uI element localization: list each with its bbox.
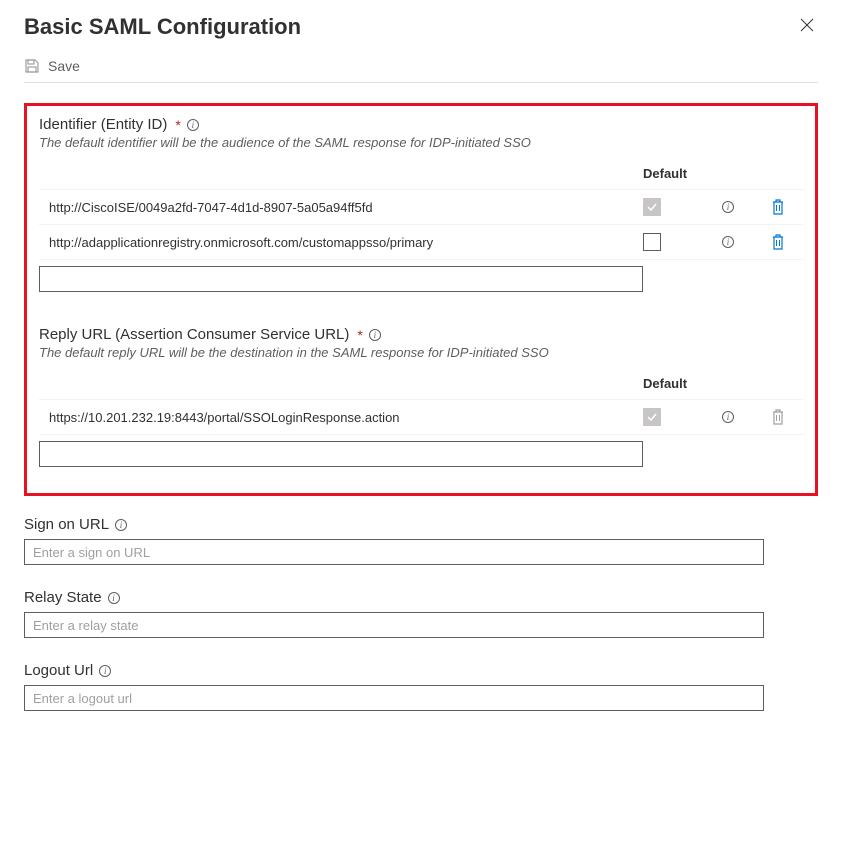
row-info-button[interactable]: i xyxy=(703,411,753,423)
info-icon[interactable]: i xyxy=(99,665,111,677)
info-icon[interactable]: i xyxy=(115,519,127,531)
row-info-button[interactable]: i xyxy=(703,236,753,248)
trash-icon xyxy=(771,234,785,250)
identifier-description: The default identifier will be the audie… xyxy=(39,135,803,150)
logout-url-section: Logout Url i xyxy=(24,662,818,711)
reply-url-input[interactable] xyxy=(39,441,643,467)
delete-button[interactable] xyxy=(753,199,803,215)
identifier-label: Identifier (Entity ID) xyxy=(39,116,167,133)
trash-icon xyxy=(771,199,785,215)
reply-url-section: Reply URL (Assertion Consumer Service UR… xyxy=(39,326,803,473)
logout-url-input[interactable] xyxy=(24,685,764,711)
checkmark-icon xyxy=(647,412,657,422)
reply-url-description: The default reply URL will be the destin… xyxy=(39,345,803,360)
checkmark-icon xyxy=(647,202,657,212)
required-asterisk: * xyxy=(175,117,180,133)
highlight-box: Identifier (Entity ID) * i The default i… xyxy=(24,103,818,496)
sign-on-url-label: Sign on URL xyxy=(24,516,109,533)
identifier-section: Identifier (Entity ID) * i The default i… xyxy=(39,116,803,298)
relay-state-section: Relay State i xyxy=(24,589,818,638)
save-button-label: Save xyxy=(48,58,80,74)
info-icon: i xyxy=(722,236,734,248)
identifier-row: http://CiscoISE/0049a2fd-7047-4d1d-8907-… xyxy=(39,190,803,225)
close-icon xyxy=(800,18,814,32)
reply-url-label: Reply URL (Assertion Consumer Service UR… xyxy=(39,326,349,343)
info-icon: i xyxy=(722,411,734,423)
info-icon[interactable]: i xyxy=(369,329,381,341)
page-title: Basic SAML Configuration xyxy=(24,14,301,40)
delete-button[interactable] xyxy=(753,409,803,425)
default-checkbox[interactable] xyxy=(643,233,661,251)
sign-on-url-input[interactable] xyxy=(24,539,764,565)
info-icon: i xyxy=(722,201,734,213)
logout-url-label: Logout Url xyxy=(24,662,93,679)
relay-state-input[interactable] xyxy=(24,612,764,638)
identifier-value: http://adapplicationregistry.onmicrosoft… xyxy=(39,235,643,250)
identifier-input[interactable] xyxy=(39,266,643,292)
relay-state-label: Relay State xyxy=(24,589,102,606)
row-info-button[interactable]: i xyxy=(703,201,753,213)
trash-icon xyxy=(771,409,785,425)
default-checkbox[interactable] xyxy=(643,198,661,216)
delete-button[interactable] xyxy=(753,234,803,250)
info-icon[interactable]: i xyxy=(108,592,120,604)
info-icon[interactable]: i xyxy=(187,119,199,131)
default-column-header: Default xyxy=(643,166,703,181)
default-checkbox[interactable] xyxy=(643,408,661,426)
sign-on-url-section: Sign on URL i xyxy=(24,516,818,565)
save-button[interactable]: Save xyxy=(24,58,80,74)
close-button[interactable] xyxy=(796,14,818,40)
save-icon xyxy=(24,58,40,74)
default-column-header: Default xyxy=(643,376,703,391)
reply-url-value: https://10.201.232.19:8443/portal/SSOLog… xyxy=(39,410,643,425)
required-asterisk: * xyxy=(357,327,362,343)
reply-url-row: https://10.201.232.19:8443/portal/SSOLog… xyxy=(39,400,803,435)
identifier-value: http://CiscoISE/0049a2fd-7047-4d1d-8907-… xyxy=(39,200,643,215)
identifier-row: http://adapplicationregistry.onmicrosoft… xyxy=(39,225,803,260)
